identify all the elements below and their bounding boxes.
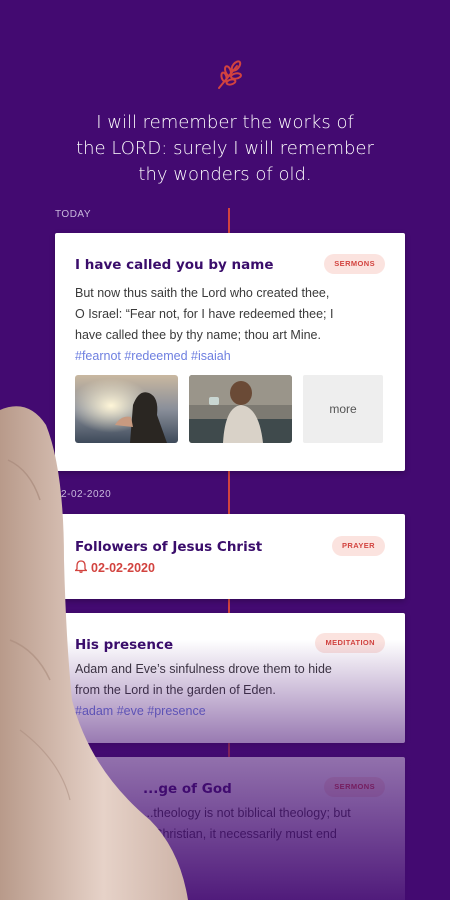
timeline-card-sermon-partial[interactable]: ...ge of God SERMONS ...theology is not … xyxy=(55,757,405,900)
hashtags[interactable]: #adam #eve #presence xyxy=(75,701,375,722)
card-title: His presence xyxy=(75,637,174,653)
card-body: Adam and Eve’s sinfulness drove them to … xyxy=(75,659,375,722)
card-title: ...ge of God xyxy=(143,781,232,797)
verse-line: I will remember the works of xyxy=(96,112,354,133)
photo-thumbnail-woman-phone[interactable] xyxy=(189,375,292,443)
card-title: Followers of Jesus Christ xyxy=(75,539,263,555)
card-title: I have called you by name xyxy=(75,257,274,273)
body-line: from the Lord in the garden of Eden. xyxy=(75,683,276,697)
bell-icon xyxy=(73,560,89,573)
date-label: 02-02-2020 xyxy=(55,489,112,500)
body-line: ...theology is not biblical theology; bu… xyxy=(143,806,351,820)
hashtags[interactable]: #fearnot #redeemed #isaiah xyxy=(75,346,375,367)
category-badge: SERMONS xyxy=(324,254,385,274)
timeline-card-meditation[interactable]: His presence MEDITATION Adam and Eve’s s… xyxy=(55,613,405,743)
body-line: have called thee by thy name; thou art M… xyxy=(75,328,321,342)
reminder-date: 02-02-2020 xyxy=(73,560,155,575)
date-label-today: TODAY xyxy=(55,209,92,220)
reminder-date-text: 02-02-2020 xyxy=(91,561,155,575)
verse-line: the LORD: surely I will remember xyxy=(76,138,374,159)
timeline-card-prayer[interactable]: Followers of Jesus Christ PRAYER 02-02-2… xyxy=(55,514,405,599)
timeline-card-sermon[interactable]: I have called you by name SERMONS But no… xyxy=(55,233,405,471)
category-badge: SERMONS xyxy=(324,777,385,797)
body-line: But now thus saith the Lord who created … xyxy=(75,286,330,300)
wheat-sprig-icon xyxy=(218,60,242,89)
verse-line: thy wonders of old. xyxy=(138,164,312,185)
card-body: But now thus saith the Lord who created … xyxy=(75,283,375,367)
body-line: O Israel: “Fear not, for I have redeemed… xyxy=(75,307,334,321)
more-photos-button[interactable]: more xyxy=(303,375,383,443)
category-badge: PRAYER xyxy=(332,536,385,556)
body-line: Adam and Eve’s sinfulness drove them to … xyxy=(75,662,332,676)
photo-thumbnail-woman-praying[interactable] xyxy=(75,375,178,443)
card-body: ...theology is not biblical theology; bu… xyxy=(143,803,383,845)
category-badge: MEDITATION xyxy=(315,633,385,653)
body-line: ...Christian, it necessarily must end xyxy=(143,827,337,841)
header-verse: I will remember the works of the LORD: s… xyxy=(60,110,390,188)
